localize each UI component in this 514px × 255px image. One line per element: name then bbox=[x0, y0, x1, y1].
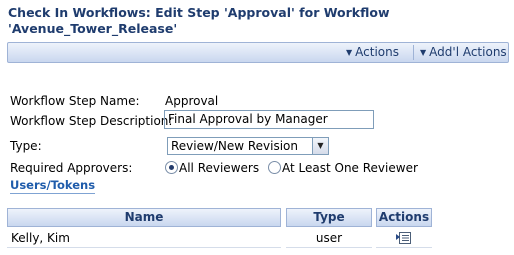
all-reviewers-label[interactable]: All Reviewers bbox=[179, 161, 259, 175]
edit-list-icon[interactable] bbox=[396, 231, 412, 245]
page-title-line1: Check In Workflows: Edit Step 'Approval'… bbox=[8, 5, 390, 20]
actions-menu-button[interactable]: ▼ Actions bbox=[340, 43, 399, 62]
all-reviewers-radio[interactable] bbox=[165, 161, 178, 174]
addl-actions-label: Add'l Actions bbox=[429, 45, 507, 59]
step-description-label: Workflow Step Description: bbox=[10, 114, 173, 128]
column-header-name[interactable]: Name bbox=[7, 208, 281, 227]
type-select-value: Review/New Revision bbox=[171, 139, 298, 153]
required-approvers-label: Required Approvers: bbox=[10, 161, 133, 175]
step-name-label: Workflow Step Name: bbox=[10, 94, 140, 108]
actions-label: Actions bbox=[355, 45, 399, 59]
addl-actions-menu-button[interactable]: ▼ Add'l Actions bbox=[414, 43, 507, 62]
page-title-line2: 'Avenue_Tower_Release' bbox=[8, 21, 178, 36]
column-header-actions: Actions bbox=[376, 208, 432, 227]
column-header-type[interactable]: Type bbox=[286, 208, 372, 227]
table-row-type-cell: user bbox=[286, 229, 372, 248]
type-select[interactable]: Review/New Revision ▼ bbox=[167, 137, 329, 155]
step-name-value: Approval bbox=[165, 94, 219, 108]
page-title: Check In Workflows: Edit Step 'Approval'… bbox=[8, 5, 508, 37]
at-least-one-reviewer-label[interactable]: At Least One Reviewer bbox=[282, 161, 418, 175]
users-tokens-link[interactable]: Users/Tokens bbox=[10, 178, 96, 194]
action-bar: ▼ Actions ▼ Add'l Actions bbox=[7, 42, 509, 63]
chevron-down-icon[interactable]: ▼ bbox=[312, 138, 328, 154]
dropdown-arrow-icon: ▼ bbox=[346, 48, 353, 57]
table-row-name-cell: Kelly, Kim bbox=[7, 229, 281, 248]
dropdown-arrow-icon: ▼ bbox=[420, 48, 427, 57]
type-label: Type: bbox=[10, 139, 42, 153]
at-least-one-reviewer-radio[interactable] bbox=[268, 161, 281, 174]
step-description-input[interactable]: Final Approval by Manager bbox=[164, 110, 374, 129]
